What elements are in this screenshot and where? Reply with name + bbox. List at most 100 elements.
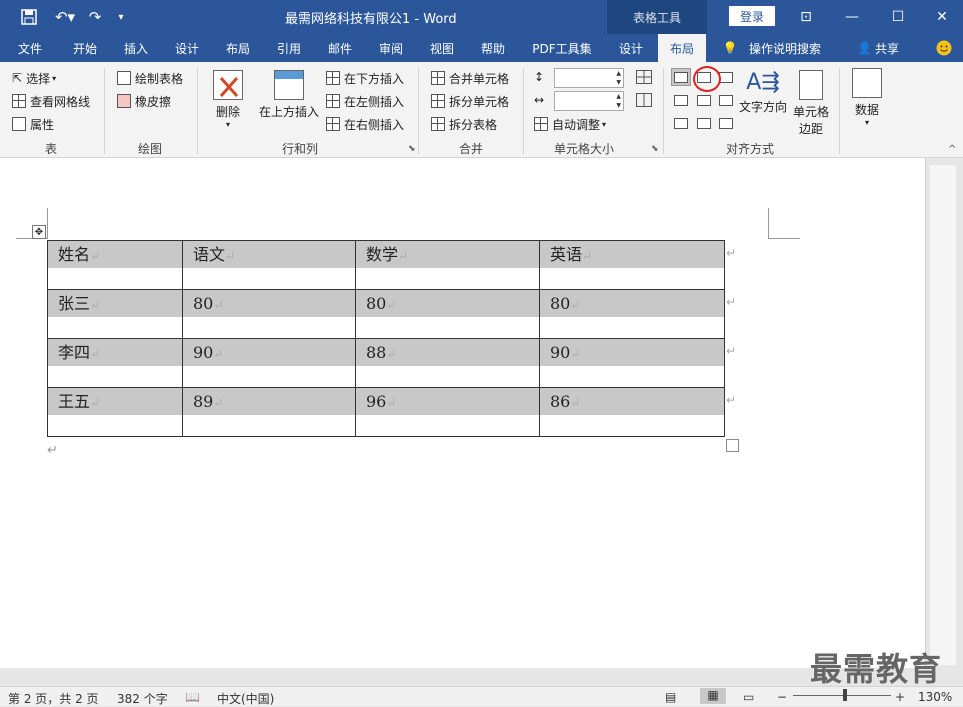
tab-review[interactable]: 审阅 <box>369 34 413 62</box>
insert-above-icon <box>274 70 304 100</box>
share-button[interactable]: 👤 共享 <box>850 34 906 62</box>
tab-layout[interactable]: 布局 <box>216 34 260 62</box>
redo-icon[interactable]: ↷ <box>84 6 106 28</box>
table-cell[interactable]: 80↵ <box>539 289 725 339</box>
tab-table-design[interactable]: 设计 <box>608 34 654 62</box>
tell-me-search[interactable]: 操作说明搜索 <box>744 34 826 62</box>
spin-up-icon[interactable]: ▲ <box>616 70 621 78</box>
merge-cells-icon <box>431 71 445 85</box>
table-cell[interactable]: 90↵ <box>182 338 356 388</box>
table-cell[interactable]: 80↵ <box>182 289 356 339</box>
save-icon[interactable] <box>18 6 40 28</box>
text-direction-button[interactable]: A⇶ 文字方向 <box>738 68 788 115</box>
data-button[interactable]: 数据 ▾ <box>850 68 884 127</box>
align-middle-right-button[interactable] <box>716 91 736 109</box>
end-of-row-mark: ↵ <box>726 246 737 260</box>
maximize-icon[interactable]: ☐ <box>875 0 921 34</box>
spin-down-icon[interactable]: ▼ <box>616 79 621 87</box>
score-table[interactable]: 姓名↵ 语文↵ 数学↵ 英语↵ 张三↵ 80↵ 80↵ 80↵ 李四↵ 90↵ … <box>47 240 725 437</box>
tab-home[interactable]: 开始 <box>63 34 107 62</box>
select-button[interactable]: ⇱ 选择 ▾ <box>12 68 56 88</box>
table-cell[interactable]: 89↵ <box>182 387 356 437</box>
tab-references[interactable]: 引用 <box>267 34 311 62</box>
dialog-launcher-icon[interactable]: ⬊ <box>651 144 659 154</box>
align-top-left-button[interactable] <box>671 68 691 86</box>
distribute-columns-icon[interactable] <box>636 93 652 107</box>
tab-help[interactable]: 帮助 <box>471 34 515 62</box>
chevron-down-icon: ▾ <box>52 73 57 83</box>
table-resize-handle[interactable] <box>726 439 739 452</box>
table-cell[interactable]: 86↵ <box>539 387 725 437</box>
zoom-out-button[interactable]: − <box>777 690 787 704</box>
autofit-button[interactable]: 自动调整 ▾ <box>534 114 606 134</box>
draw-table-button[interactable]: 绘制表格 <box>117 68 183 88</box>
table-cell[interactable]: 96↵ <box>355 387 540 437</box>
word-count[interactable]: 382 个字 <box>117 690 168 707</box>
merge-cells-button[interactable]: 合并单元格 <box>431 68 509 88</box>
zoom-slider-thumb[interactable] <box>843 689 847 701</box>
table-cell[interactable]: 语文↵ <box>182 240 356 290</box>
table-cell[interactable]: 90↵ <box>539 338 725 388</box>
properties-button[interactable]: 属性 <box>12 114 54 134</box>
table-cell[interactable]: 88↵ <box>355 338 540 388</box>
split-table-button[interactable]: 拆分表格 <box>431 114 497 134</box>
zoom-level[interactable]: 130% <box>918 690 952 704</box>
cell-margins-button[interactable]: 单元格 边距 <box>791 70 831 137</box>
align-middle-center-button[interactable] <box>694 91 714 109</box>
collapse-ribbon-icon[interactable]: ^ <box>948 144 956 155</box>
tab-table-layout[interactable]: 布局 <box>658 34 706 62</box>
table-cell[interactable]: 姓名↵ <box>47 240 183 290</box>
tab-view[interactable]: 视图 <box>420 34 464 62</box>
delete-table-icon <box>213 70 243 100</box>
spin-down-icon[interactable]: ▼ <box>616 102 621 110</box>
proofing-icon[interactable]: 📖 <box>185 690 200 704</box>
table-cell[interactable]: 数学↵ <box>355 240 540 290</box>
table-cell[interactable]: 张三↵ <box>47 289 183 339</box>
split-cells-button[interactable]: 拆分单元格 <box>431 91 509 111</box>
page-count[interactable]: 第 2 页，共 2 页 <box>8 690 99 707</box>
insert-right-button[interactable]: 在右侧插入 <box>326 114 404 134</box>
table-move-handle-icon[interactable]: ✥ <box>32 225 46 239</box>
insert-left-button[interactable]: 在左侧插入 <box>326 91 404 111</box>
lightbulb-icon[interactable]: 💡 <box>718 34 742 62</box>
view-gridlines-button[interactable]: 查看网格线 <box>12 91 90 111</box>
table-cell[interactable]: 英语↵ <box>539 240 725 290</box>
close-icon[interactable]: ✕ <box>921 0 963 34</box>
zoom-slider[interactable] <box>793 695 891 696</box>
margin-corner <box>768 208 769 239</box>
scrollbar-thumb[interactable] <box>930 165 956 665</box>
align-bottom-center-button[interactable] <box>694 114 714 132</box>
column-width-input[interactable]: ▲ ▼ <box>554 91 624 111</box>
tab-file[interactable]: 文件 <box>8 34 52 62</box>
print-layout-icon[interactable]: ▦ <box>700 688 726 704</box>
dialog-launcher-icon[interactable]: ⬊ <box>408 144 416 154</box>
login-button[interactable]: 登录 <box>729 6 775 26</box>
tab-pdf-tools[interactable]: PDF工具集 <box>526 34 598 62</box>
zoom-in-button[interactable]: + <box>895 690 905 704</box>
distribute-rows-icon[interactable] <box>636 70 652 84</box>
row-height-input[interactable]: ▲ ▼ <box>554 68 624 88</box>
delete-button[interactable]: 删除 ▾ <box>209 70 247 129</box>
tab-mailings[interactable]: 邮件 <box>318 34 362 62</box>
language[interactable]: 中文(中国) <box>217 690 274 707</box>
tab-design[interactable]: 设计 <box>165 34 209 62</box>
web-layout-icon[interactable]: ▭ <box>743 690 754 704</box>
minimize-icon[interactable]: — <box>829 0 875 34</box>
table-cell[interactable]: 王五↵ <box>47 387 183 437</box>
tab-insert[interactable]: 插入 <box>114 34 158 62</box>
ribbon-display-icon[interactable]: ⊡ <box>783 0 829 34</box>
end-of-row-mark: ↵ <box>726 344 737 358</box>
table-cell[interactable]: 80↵ <box>355 289 540 339</box>
align-bottom-left-button[interactable] <box>671 114 691 132</box>
customize-icon[interactable]: ▾ <box>114 6 128 28</box>
insert-above-button[interactable]: 在上方插入 <box>257 70 321 120</box>
insert-below-button[interactable]: 在下方插入 <box>326 68 404 88</box>
eraser-button[interactable]: 橡皮擦 <box>117 91 171 111</box>
align-bottom-right-button[interactable] <box>716 114 736 132</box>
table-cell[interactable]: 李四↵ <box>47 338 183 388</box>
read-mode-icon[interactable]: ▤ <box>665 690 676 704</box>
spin-up-icon[interactable]: ▲ <box>616 93 621 101</box>
smiley-icon[interactable] <box>932 34 956 62</box>
undo-icon[interactable]: ↶▾ <box>50 6 80 28</box>
align-middle-left-button[interactable] <box>671 91 691 109</box>
